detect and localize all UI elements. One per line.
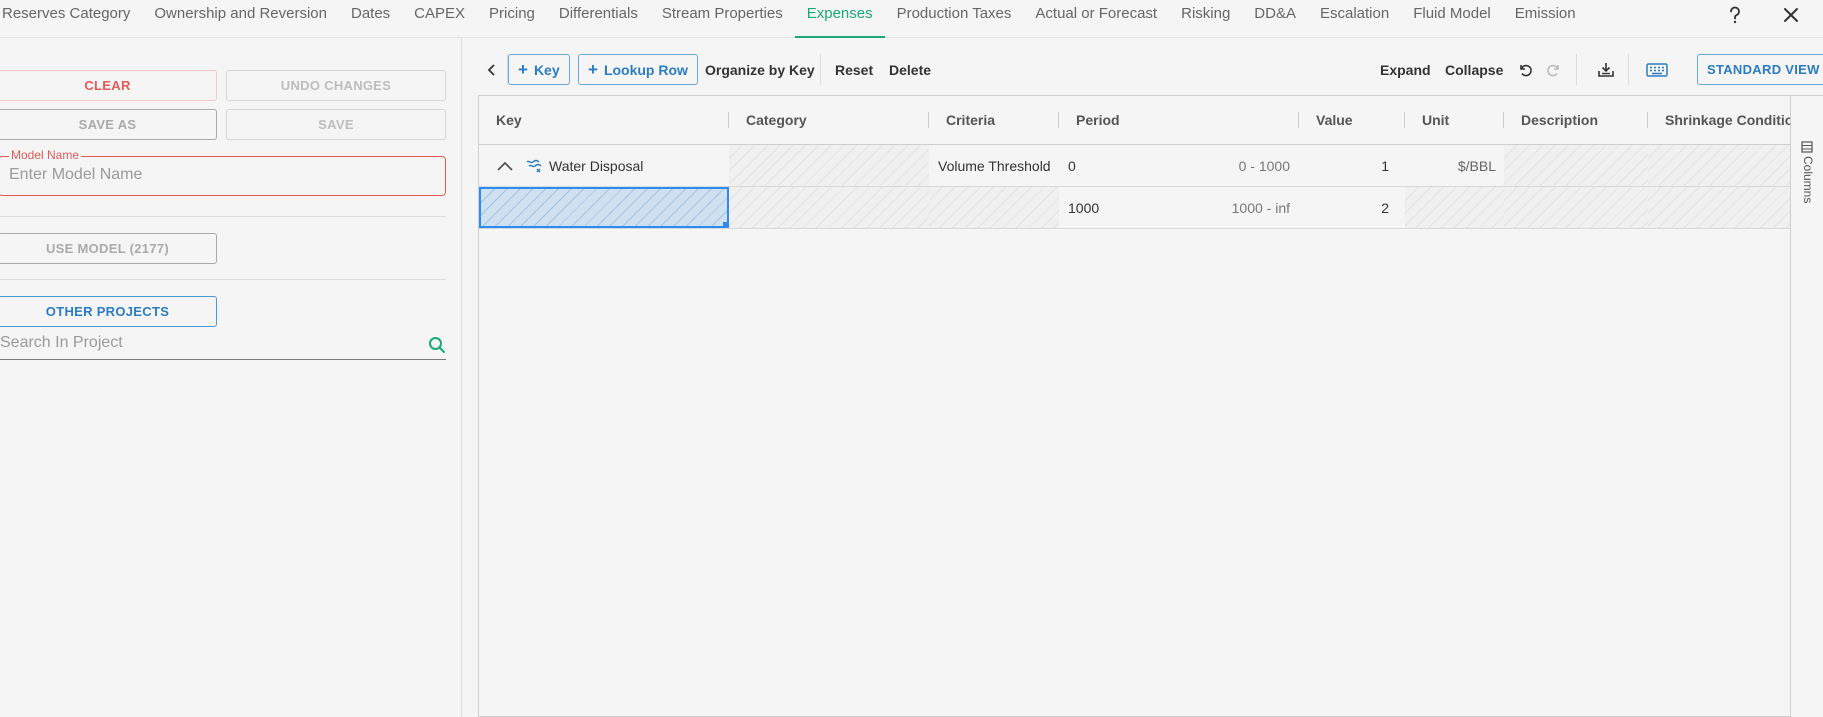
delete-button[interactable]: Delete	[889, 54, 931, 85]
cell-shrinkage-condition[interactable]	[1648, 187, 1790, 228]
project-search	[0, 330, 446, 360]
close-icon[interactable]	[1776, 0, 1806, 30]
chevron-left-icon[interactable]	[478, 54, 506, 85]
search-icon[interactable]	[428, 336, 446, 354]
add-key-button[interactable]: + Key	[508, 54, 570, 85]
undo-icon[interactable]	[1511, 54, 1539, 85]
header-key[interactable]: Key	[479, 96, 729, 145]
divider	[0, 279, 446, 280]
cell-criteria[interactable]	[929, 187, 1059, 228]
reset-button[interactable]: Reset	[835, 54, 873, 85]
model-name-field[interactable]: Model Name	[0, 148, 446, 196]
period-range: 1000 - inf	[1231, 199, 1290, 216]
top-tab-bar: Reserves Category Ownership and Reversion…	[0, 0, 1823, 38]
cell-key[interactable]: Water Disposal	[479, 145, 729, 186]
lookup-row-label: Lookup Row	[603, 61, 688, 78]
header-shrinkage-condition[interactable]: Shrinkage Condition	[1648, 96, 1790, 145]
tab-emission[interactable]: Emission	[1503, 0, 1588, 38]
cell-description[interactable]	[1504, 145, 1648, 186]
cell-category[interactable]	[729, 145, 929, 186]
key-text: Water Disposal	[549, 157, 644, 174]
tab-capex[interactable]: CAPEX	[402, 0, 477, 38]
grid-header: Key Category Criteria Period Value Unit …	[479, 96, 1790, 145]
expand-button[interactable]: Expand	[1380, 54, 1431, 85]
cell-criteria[interactable]: Volume Threshold	[929, 145, 1059, 186]
grid-toolbar: + Key + Lookup Row Organize by Key Reset…	[478, 50, 1823, 88]
tabs: Reserves Category Ownership and Reversion…	[0, 0, 1588, 38]
tab-pricing[interactable]: Pricing	[477, 0, 547, 38]
table-row[interactable]: Water Disposal Volume Threshold 0 0 - 10…	[479, 145, 1790, 187]
tab-reserves-category[interactable]: Reserves Category	[0, 0, 142, 38]
clear-button[interactable]: CLEAR	[0, 70, 217, 101]
cell-value[interactable]: 1	[1299, 145, 1405, 186]
help-icon[interactable]	[1720, 0, 1750, 30]
cell-description[interactable]	[1504, 187, 1648, 228]
tab-dd-a[interactable]: DD&A	[1242, 0, 1308, 38]
collapse-button[interactable]: Collapse	[1445, 54, 1503, 85]
keyboard-icon[interactable]	[1643, 54, 1671, 85]
water-disposal-icon	[525, 157, 543, 175]
tab-risking[interactable]: Risking	[1169, 0, 1242, 38]
save-button[interactable]: SAVE	[226, 109, 446, 140]
header-category[interactable]: Category	[729, 96, 929, 145]
organize-by-key-button[interactable]: Organize by Key	[705, 54, 815, 85]
tab-differentials[interactable]: Differentials	[547, 0, 650, 38]
use-model-button[interactable]: USE MODEL (2177)	[0, 233, 217, 264]
header-criteria[interactable]: Criteria	[929, 96, 1059, 145]
table-row[interactable]: 1000 1000 - inf 2	[479, 187, 1790, 229]
cell-period[interactable]: 1000 1000 - inf	[1059, 187, 1299, 228]
cell-unit[interactable]	[1405, 187, 1504, 228]
save-as-button[interactable]: SAVE AS	[0, 109, 217, 140]
tab-ownership-and-reversion[interactable]: Ownership and Reversion	[142, 0, 339, 38]
model-name-input[interactable]	[9, 166, 429, 184]
cell-key-selected[interactable]	[479, 187, 729, 228]
cell-period[interactable]: 0 0 - 1000	[1059, 145, 1299, 186]
cell-value[interactable]: 2	[1299, 187, 1405, 228]
model-name-label: Model Name	[9, 148, 82, 162]
redo-icon[interactable]	[1540, 54, 1568, 85]
header-unit[interactable]: Unit	[1405, 96, 1504, 145]
chevron-up-icon[interactable]	[495, 156, 515, 176]
search-input[interactable]	[0, 334, 420, 352]
standard-view-button[interactable]: STANDARD VIEW	[1697, 54, 1823, 85]
tab-expenses[interactable]: Expenses	[794, 0, 885, 38]
header-period[interactable]: Period	[1059, 96, 1299, 145]
other-projects-button[interactable]: OTHER PROJECTS	[0, 296, 217, 327]
period-range: 0 - 1000	[1238, 157, 1290, 174]
columns-side-panel: Columns	[1790, 95, 1823, 717]
plus-icon: +	[518, 59, 528, 79]
lookup-row-button[interactable]: + Lookup Row	[578, 54, 698, 85]
plus-icon: +	[588, 59, 598, 79]
header-description[interactable]: Description	[1504, 96, 1648, 145]
period-start: 0	[1068, 157, 1076, 174]
divider	[1628, 54, 1629, 85]
header-value[interactable]: Value	[1299, 96, 1405, 145]
columns-toggle[interactable]: Columns	[1801, 156, 1815, 203]
cell-unit[interactable]: $/BBL	[1405, 145, 1504, 186]
tab-dates[interactable]: Dates	[339, 0, 402, 38]
cell-shrinkage-condition[interactable]	[1648, 145, 1790, 186]
tab-escalation[interactable]: Escalation	[1308, 0, 1401, 38]
model-panel: CLEAR UNDO CHANGES SAVE AS SAVE Model Na…	[0, 38, 462, 717]
tab-actual-or-forecast[interactable]: Actual or Forecast	[1023, 0, 1169, 38]
period-start: 1000	[1068, 199, 1100, 216]
undo-changes-button[interactable]: UNDO CHANGES	[226, 70, 446, 101]
divider	[0, 216, 446, 217]
columns-icon[interactable]	[1801, 140, 1814, 153]
divider	[820, 54, 821, 85]
tab-stream-properties[interactable]: Stream Properties	[650, 0, 795, 38]
tab-fluid-model[interactable]: Fluid Model	[1401, 0, 1503, 38]
add-key-label: Key	[533, 61, 560, 78]
divider	[1576, 54, 1577, 85]
cell-category[interactable]	[729, 187, 929, 228]
import-icon[interactable]	[1592, 54, 1620, 85]
expenses-grid: Key Category Criteria Period Value Unit …	[478, 95, 1790, 717]
tab-production-taxes[interactable]: Production Taxes	[885, 0, 1024, 38]
